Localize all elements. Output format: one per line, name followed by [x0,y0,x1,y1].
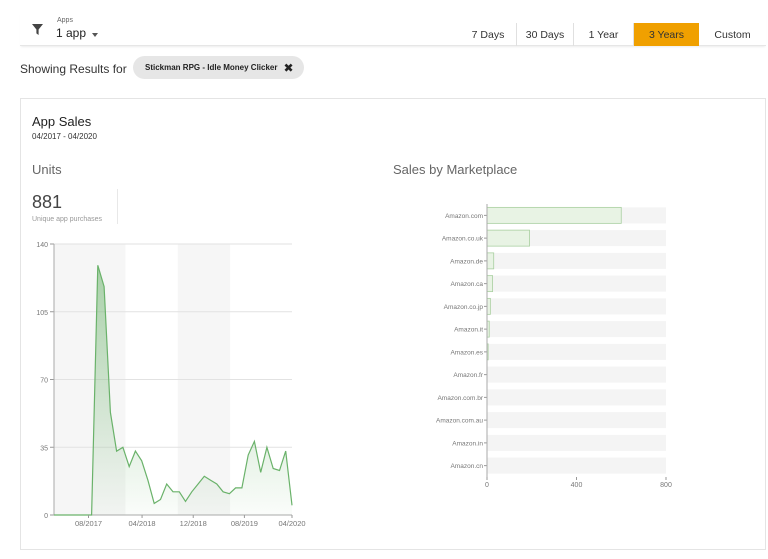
bar-track [487,321,666,338]
y-tick-label: 105 [36,310,48,317]
filter-icon[interactable] [32,24,43,35]
category-label: Amazon.es [450,349,483,356]
apps-caption: Apps [57,17,73,24]
app-sales-card: App Sales 04/2017 - 04/2020 Units 881 Un… [20,98,766,550]
showing-results-label: Showing Results for [20,62,127,76]
category-label: Amazon.it [454,327,483,334]
x-tick-label: 04/2018 [128,519,155,528]
bar [486,206,622,224]
units-caption: Unique app purchases [32,216,103,223]
bar-track [487,343,666,360]
card-title: App Sales [32,114,92,129]
bar-track [487,275,666,292]
apps-select[interactable]: 1 app [56,26,86,40]
app-filter-chip[interactable]: Stickman RPG - Idle Money Clicker ✖ [133,56,304,79]
marketplace-bar-chart: Amazon.com Amazon.co.uk Amazon.de Amazon.ca… [436,204,672,489]
bar-track [487,366,666,383]
bar [486,297,491,315]
bar [486,252,495,270]
y-tick-label: 0 [44,513,48,520]
category-label: Amazon.com.br [437,395,483,402]
category-label: Amazon.ca [450,281,483,288]
bar-track [487,434,666,451]
y-tick-label: 140 [36,242,48,249]
y-tick-label: 35 [40,445,48,452]
caret-down-icon[interactable] [92,33,98,37]
category-label: Amazon.com [445,213,483,220]
category-label: Amazon.com.au [436,418,483,425]
bar-track [487,389,666,406]
chip-label: Stickman RPG - Idle Money Clicker [145,63,278,72]
category-label: Amazon.co.jp [444,304,484,311]
bar [486,275,493,293]
x-tick-label: 08/2019 [231,519,258,528]
category-label: Amazon.fr [453,372,483,379]
bar [486,229,530,247]
x-tick-label: 04/2020 [278,519,305,528]
date-range-selector: 7 Days 30 Days 1 Year 3 Years Custom [460,23,766,46]
range-1-year[interactable]: 1 Year [574,23,634,46]
units-value: 881 [32,192,63,212]
y-tick-label: 70 [40,378,48,385]
range-3-years[interactable]: 3 Years [634,23,699,46]
category-label: Amazon.co.uk [442,236,484,243]
card-date-range: 04/2017 - 04/2020 [32,132,97,141]
range-30-days[interactable]: 30 Days [517,23,574,46]
filter-bar: Apps 1 app 7 Days 30 Days 1 Year 3 Years… [20,12,766,46]
marketplace-title: Sales by Marketplace [393,162,518,177]
x-tick-label: 0 [485,482,489,489]
range-7-days[interactable]: 7 Days [460,23,517,46]
category-label: Amazon.cn [450,463,483,470]
x-tick-label: 400 [571,482,583,489]
range-custom[interactable]: Custom [699,23,766,46]
bar-track [487,412,666,429]
bar-track [487,457,666,474]
category-label: Amazon.in [452,440,483,447]
x-tick-label: 08/2017 [75,519,102,528]
divider [117,189,118,224]
units-title: Units [32,162,62,177]
bar-track [487,298,666,315]
bar-track [487,252,666,269]
close-icon[interactable]: ✖ [283,62,293,74]
x-tick-label: 12/2018 [180,519,207,528]
units-area-chart: 0 35 70 105 140 08/2017 04/2018 12/2018 08/2019 0… [36,242,305,528]
category-label: Amazon.de [450,258,483,265]
x-tick-label: 800 [660,482,672,489]
